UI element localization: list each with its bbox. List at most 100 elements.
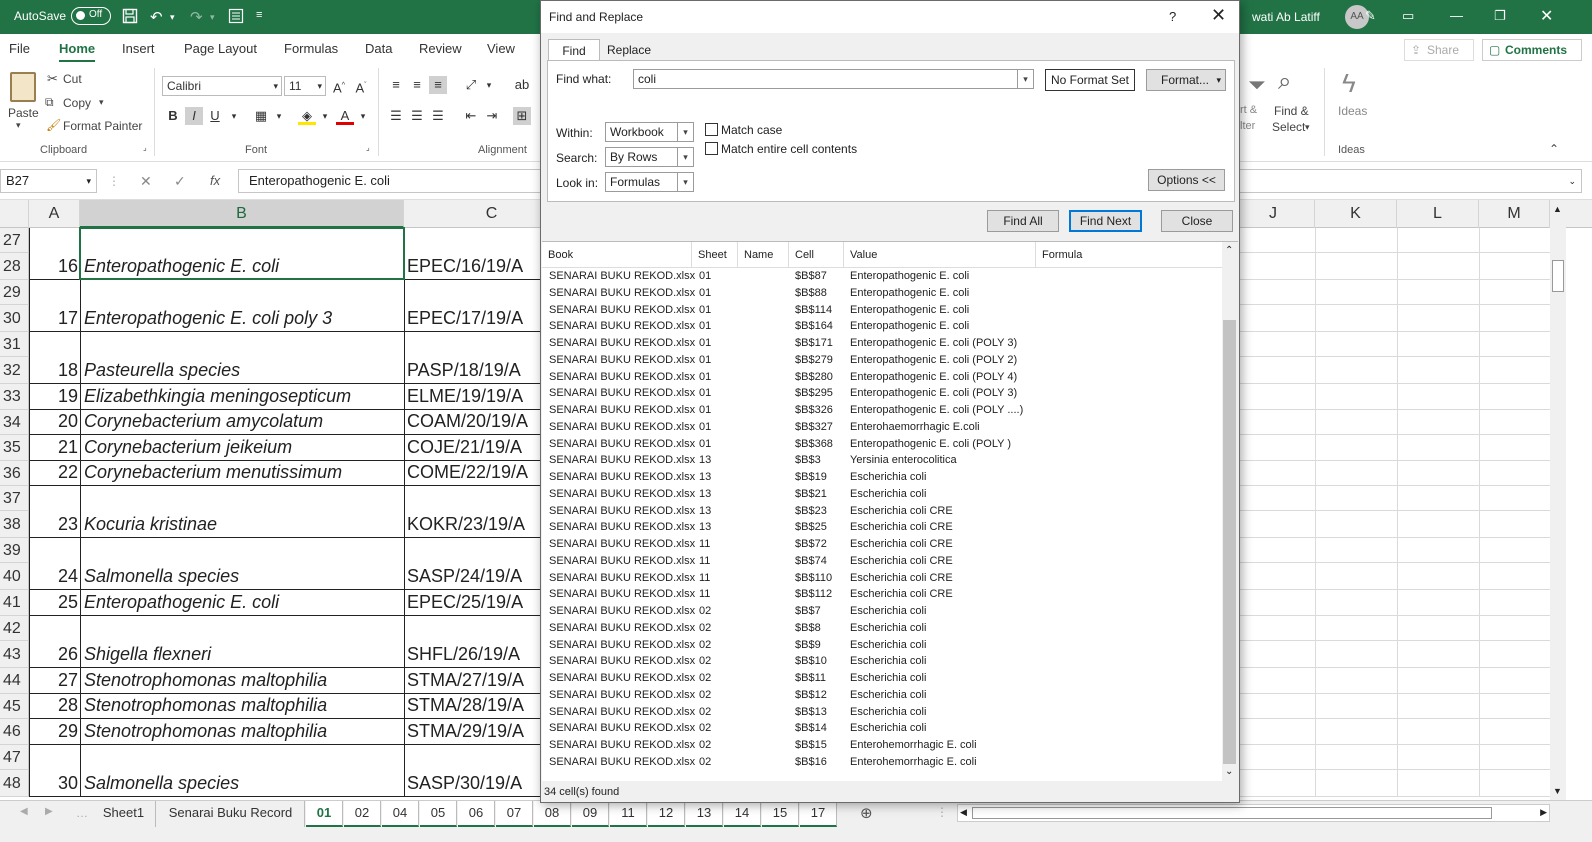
cancel-icon[interactable]: ✕ xyxy=(140,173,152,190)
result-row[interactable]: SENARAI BUKU REKOD.xlsx 01 $B$88 Enteropath… xyxy=(542,285,1222,302)
result-row[interactable]: SENARAI BUKU REKOD.xlsx 13 $B$19 Escherichi… xyxy=(542,469,1222,486)
column-header-b[interactable]: B xyxy=(80,200,404,228)
sheet-tab[interactable]: 04 xyxy=(382,801,419,827)
font-launcher-icon[interactable]: ⌟ xyxy=(366,143,370,152)
align-bottom-icon[interactable]: ≡ xyxy=(429,76,447,94)
sheet-tab[interactable]: 12 xyxy=(648,801,685,827)
result-row[interactable]: SENARAI BUKU REKOD.xlsx 01 $B$164 Enteropat… xyxy=(542,318,1222,335)
result-row[interactable]: SENARAI BUKU REKOD.xlsx 01 $B$114 Enteropat… xyxy=(542,302,1222,319)
ribbon-display-icon[interactable]: ▭ xyxy=(1402,8,1414,24)
prev-sheet-icon[interactable]: ◀ xyxy=(20,806,28,817)
results-scrollbar[interactable]: ⌃ ⌄ xyxy=(1222,242,1238,781)
chevron-down-icon[interactable]: ▾ xyxy=(1017,70,1033,88)
decrease-indent-icon[interactable]: ⇤ xyxy=(462,107,480,125)
row-header[interactable]: 41 xyxy=(0,590,29,616)
redo-icon[interactable]: ↷ xyxy=(190,8,203,26)
tab-split-icon[interactable]: ⋮ xyxy=(936,805,948,819)
header-book[interactable]: Book xyxy=(542,242,692,268)
decrease-font-icon[interactable]: Aˇ xyxy=(352,77,370,95)
cut-button[interactable]: Cut xyxy=(63,72,82,86)
result-row[interactable]: SENARAI BUKU REKOD.xlsx 11 $B$112 Escherich… xyxy=(542,586,1222,603)
bold-button[interactable]: B xyxy=(164,107,182,125)
paste-dropdown-icon[interactable]: ▾ xyxy=(16,120,21,131)
save-icon[interactable] xyxy=(122,8,138,28)
enter-icon[interactable]: ✓ xyxy=(174,173,186,190)
find-select-dropdown-icon[interactable]: ▾ xyxy=(1305,122,1310,133)
find-select-button[interactable]: Find & xyxy=(1274,104,1309,118)
lightning-icon[interactable]: ϟ xyxy=(1342,68,1356,99)
align-middle-icon[interactable]: ≡ xyxy=(408,76,426,94)
cell-organism[interactable]: Stenotrophomonas maltophilia xyxy=(84,721,400,742)
row-header[interactable]: 29 xyxy=(0,280,29,305)
minimize-icon[interactable]: — xyxy=(1450,8,1463,23)
result-row[interactable]: SENARAI BUKU REKOD.xlsx 13 $B$21 Escherichi… xyxy=(542,486,1222,503)
header-name[interactable]: Name xyxy=(738,242,789,268)
cell-organism[interactable]: Elizabethkingia meningosepticum xyxy=(84,386,400,407)
row-header[interactable]: 32 xyxy=(0,357,29,384)
cell-number[interactable]: 26 xyxy=(30,644,78,665)
row-header[interactable]: 48 xyxy=(0,769,29,797)
sheet-tab[interactable]: 11 xyxy=(610,801,647,827)
active-cell[interactable] xyxy=(79,227,405,280)
paste-button[interactable]: Paste xyxy=(8,106,39,120)
clipboard-icon[interactable] xyxy=(10,72,36,102)
increase-indent-icon[interactable]: ⇥ xyxy=(483,107,501,125)
header-cell[interactable]: Cell xyxy=(789,242,844,268)
find-all-button[interactable]: Find All xyxy=(987,210,1059,232)
filter-funnel-icon[interactable]: ⏷ xyxy=(1248,72,1266,98)
cell-number[interactable]: 25 xyxy=(30,592,78,613)
align-top-icon[interactable]: ≡ xyxy=(387,76,405,94)
cell-organism[interactable]: Corynebacterium amycolatum xyxy=(84,411,400,432)
orientation-dropdown-icon[interactable]: ▾ xyxy=(480,76,498,94)
new-sheet-icon[interactable]: ⊕ xyxy=(860,804,873,822)
row-header[interactable]: 30 xyxy=(0,305,29,332)
sheet-tab[interactable]: 05 xyxy=(420,801,457,827)
chevron-down-icon[interactable]: ⌄ xyxy=(1225,766,1233,777)
result-row[interactable]: SENARAI BUKU REKOD.xlsx 02 $B$14 Escherichi… xyxy=(542,720,1222,737)
sheet-tab[interactable]: 15 xyxy=(762,801,799,827)
column-header-m[interactable]: M xyxy=(1479,200,1550,228)
row-header[interactable]: 38 xyxy=(0,511,29,539)
row-header[interactable]: 44 xyxy=(0,668,29,694)
cell-organism[interactable]: Stenotrophomonas maltophilia xyxy=(84,670,400,691)
undo-icon[interactable]: ↶ xyxy=(150,8,163,26)
ideas-button[interactable]: Ideas xyxy=(1338,104,1367,118)
tab-view[interactable]: View xyxy=(487,41,515,56)
match-entire-checkbox[interactable] xyxy=(705,142,718,155)
row-header[interactable]: 34 xyxy=(0,409,29,436)
row-header[interactable]: 45 xyxy=(0,693,29,720)
result-row[interactable]: SENARAI BUKU REKOD.xlsx 02 $B$15 Enterohemo… xyxy=(542,737,1222,754)
font-color-dropdown-icon[interactable]: ▾ xyxy=(354,107,372,125)
align-right-icon[interactable]: ☰ xyxy=(429,107,447,125)
results-scroll-thumb[interactable] xyxy=(1223,320,1236,764)
scroll-down-icon[interactable]: ▼ xyxy=(1553,786,1562,796)
pen-icon[interactable]: ✎ xyxy=(1365,8,1376,24)
scroll-left-icon[interactable]: ◀ xyxy=(960,807,967,818)
column-header-k[interactable]: K xyxy=(1315,200,1397,228)
match-entire-label[interactable]: Match entire cell contents xyxy=(721,142,857,156)
select-label[interactable]: Select xyxy=(1272,120,1305,134)
format-button[interactable]: Format... ▾ xyxy=(1146,69,1226,91)
scroll-up-icon[interactable]: ▲ xyxy=(1553,204,1562,214)
tab-find[interactable]: Find xyxy=(548,39,600,61)
horizontal-scroll-thumb[interactable] xyxy=(972,807,1492,819)
result-row[interactable]: SENARAI BUKU REKOD.xlsx 01 $B$87 Enteropath… xyxy=(542,268,1222,285)
cell-organism[interactable]: Pasteurella species xyxy=(84,360,400,381)
result-row[interactable]: SENARAI BUKU REKOD.xlsx 01 $B$295 Enteropat… xyxy=(542,385,1222,402)
clipboard-launcher-icon[interactable]: ⌟ xyxy=(143,143,147,152)
sheet-tab[interactable]: 08 xyxy=(534,801,571,827)
chevron-up-icon[interactable]: ⌃ xyxy=(1225,245,1233,256)
fill-color-dropdown-icon[interactable]: ▾ xyxy=(316,107,334,125)
borders-icon[interactable]: ▦ xyxy=(252,107,270,125)
result-row[interactable]: SENARAI BUKU REKOD.xlsx 01 $B$368 Enteropat… xyxy=(542,436,1222,453)
row-header[interactable]: 31 xyxy=(0,332,29,357)
cell-organism[interactable]: Corynebacterium jeikeium xyxy=(84,437,400,458)
cell-organism[interactable]: Corynebacterium menutissimum xyxy=(84,462,400,483)
row-header[interactable]: 46 xyxy=(0,719,29,745)
sheet-tab[interactable]: 17 xyxy=(800,801,837,827)
row-header[interactable]: 28 xyxy=(0,253,29,280)
magnifier-icon[interactable]: ⌕ xyxy=(1278,68,1291,96)
result-row[interactable]: SENARAI BUKU REKOD.xlsx 02 $B$12 Escherichi… xyxy=(542,687,1222,704)
autosave-toggle[interactable]: Off xyxy=(71,7,111,25)
format-painter-button[interactable]: Format Painter xyxy=(63,119,142,133)
